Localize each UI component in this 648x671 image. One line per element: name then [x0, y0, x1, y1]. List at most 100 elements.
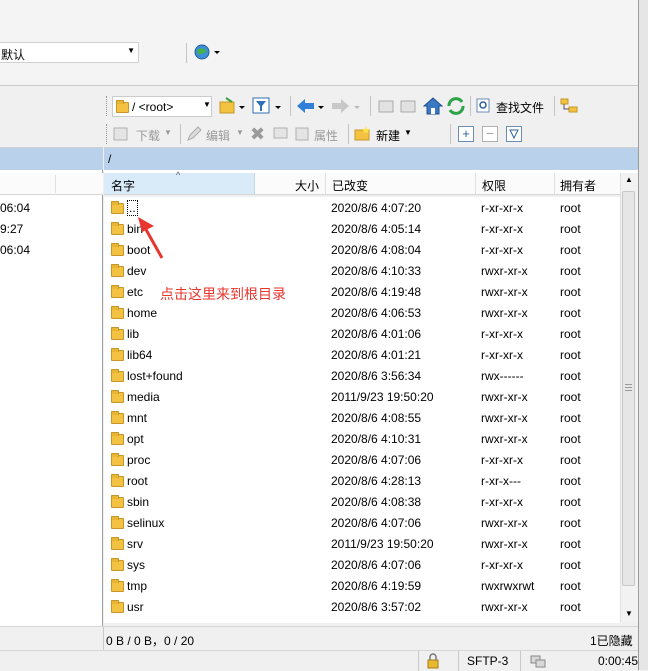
find-files-button[interactable]: 查找文件	[476, 96, 550, 116]
table-row[interactable]: boot 2020/8/6 4:08:04 r-xr-xr-x root	[104, 239, 620, 260]
folder-icon	[111, 327, 124, 340]
find-files-label: 查找文件	[496, 101, 545, 115]
file-name: proc	[127, 453, 151, 467]
status-divider	[418, 651, 419, 671]
edit-label: 编辑	[206, 129, 231, 143]
file-modified: 2020/8/6 4:07:06	[331, 453, 422, 467]
column-header-perms[interactable]: 权限	[475, 173, 554, 195]
folder-icon	[111, 516, 124, 529]
table-row[interactable]: lost+found 2020/8/6 3:56:34 rwx------ root	[104, 365, 620, 386]
table-row[interactable]: sys 2020/8/6 4:07:06 r-xr-xr-x root	[104, 554, 620, 575]
parent-folder-icon	[378, 100, 394, 113]
toolbar-divider	[450, 124, 451, 144]
table-row[interactable]: dev 2020/8/6 4:10:33 rwxr-xr-x root	[104, 260, 620, 281]
properties-button[interactable]: 属性	[294, 124, 344, 144]
open-folder-icon	[219, 97, 245, 114]
table-row[interactable]: home 2020/8/6 4:06:53 rwxr-xr-x root	[104, 302, 620, 323]
table-row[interactable]: mnt 2020/8/6 4:08:55 rwxr-xr-x root	[104, 407, 620, 428]
edit-button[interactable]: 编辑 ▼	[186, 124, 246, 144]
rename-icon	[273, 127, 288, 139]
local-row-time: 06:04	[0, 201, 31, 215]
tree-icon	[560, 98, 578, 113]
session-select[interactable]: 默认 ▼	[0, 42, 139, 63]
table-row[interactable]: lib64 2020/8/6 4:01:21 r-xr-xr-x root	[104, 344, 620, 365]
local-path-bar	[0, 148, 103, 170]
table-row[interactable]: bin 2020/8/6 4:05:14 r-xr-xr-x root	[104, 218, 620, 239]
select-all-button[interactable]	[506, 126, 522, 142]
download-button[interactable]: 下载 ▼	[112, 124, 176, 144]
remote-path-bar[interactable]: /	[104, 148, 638, 170]
file-permissions: r-xr-xr-x	[481, 327, 523, 341]
remote-file-list[interactable]: .. 2020/8/6 4:07:20 r-xr-xr-x root bin 2020/8…	[104, 197, 620, 623]
folder-icon	[111, 306, 124, 319]
tree-view-button[interactable]	[560, 96, 580, 116]
rename-button[interactable]	[272, 124, 290, 144]
connection-status-bar: SFTP-3 0:00:45	[0, 650, 640, 671]
open-directory-button[interactable]	[218, 96, 246, 116]
unselect-files-button[interactable]: −	[482, 126, 498, 142]
table-row[interactable]: sbin 2020/8/6 4:08:38 r-xr-xr-x root	[104, 491, 620, 512]
column-perms-label: 权限	[482, 179, 507, 193]
scroll-down-arrow-icon[interactable]: ▼	[625, 609, 633, 618]
table-row[interactable]: root 2020/8/6 4:28:13 r-xr-x--- root	[104, 470, 620, 491]
delete-button[interactable]: ✖	[250, 124, 266, 144]
table-row[interactable]: srv 2011/9/23 19:50:20 rwxr-xr-x root	[104, 533, 620, 554]
file-modified: 2020/8/6 4:07:20	[331, 201, 422, 215]
table-row[interactable]: media 2011/9/23 19:50:20 rwxr-xr-x root	[104, 386, 620, 407]
column-header-owner[interactable]: 拥有者	[554, 173, 620, 195]
table-row[interactable]: tmp 2020/8/6 4:19:59 rwxrwxrwt root	[104, 575, 620, 596]
file-modified: 2020/8/6 4:07:06	[331, 558, 422, 572]
table-row[interactable]: .. 2020/8/6 4:07:20 r-xr-xr-x root	[104, 197, 620, 218]
remote-path-combo[interactable]: / <root> ▼	[112, 96, 212, 117]
window-edge	[638, 0, 648, 670]
file-owner: root	[560, 432, 581, 446]
file-owner: root	[560, 369, 581, 383]
local-column-header	[0, 173, 103, 195]
file-modified: 2020/8/6 3:57:02	[331, 600, 422, 614]
local-row-time: 06:04	[0, 243, 31, 257]
hidden-count[interactable]: 1已隐藏	[590, 632, 633, 649]
toolbar-divider	[290, 96, 291, 116]
new-button[interactable]: 新建 ▼	[354, 124, 418, 144]
filter-button[interactable]	[252, 96, 282, 116]
file-permissions: r-xr-xr-x	[481, 495, 523, 509]
home-directory-button[interactable]	[422, 96, 444, 116]
select-files-button[interactable]: +	[458, 126, 474, 142]
folder-icon	[111, 495, 124, 508]
table-row[interactable]: opt 2020/8/6 4:10:31 rwxr-xr-x root	[104, 428, 620, 449]
forward-button[interactable]	[330, 96, 364, 116]
column-owner-label: 拥有者	[560, 179, 597, 193]
refresh-button[interactable]	[446, 96, 466, 116]
delete-x-icon: ✖	[250, 124, 266, 144]
table-row[interactable]: proc 2020/8/6 4:07:06 r-xr-xr-x root	[104, 449, 620, 470]
scroll-up-arrow-icon[interactable]: ▲	[625, 175, 633, 184]
file-permissions: r-xr-xr-x	[481, 201, 523, 215]
table-row[interactable]: selinux 2020/8/6 4:07:06 rwxr-xr-x root	[104, 512, 620, 533]
globe-menu-button[interactable]	[193, 43, 221, 61]
parent-directory-button[interactable]	[378, 97, 396, 115]
root-directory-button[interactable]	[400, 97, 418, 115]
local-file-panel[interactable]	[0, 170, 103, 626]
file-permissions: rwxrwxrwt	[481, 579, 535, 593]
file-name: selinux	[127, 516, 165, 530]
back-button[interactable]	[296, 96, 328, 116]
file-owner: root	[560, 495, 581, 509]
file-owner: root	[560, 264, 581, 278]
toolbar-grip	[106, 124, 108, 144]
sort-up-icon: ^	[176, 170, 181, 180]
column-header-modified[interactable]: 已改变	[325, 173, 475, 195]
column-header-name[interactable]: 名字 ^	[104, 170, 255, 195]
column-header-size[interactable]: 大小	[255, 173, 325, 195]
local-row-time: 9:27	[0, 222, 24, 236]
file-owner: root	[560, 327, 581, 341]
plus-icon: +	[462, 126, 470, 141]
file-name: media	[127, 390, 160, 404]
folder-icon	[111, 285, 124, 298]
filter-icon	[252, 97, 281, 114]
file-owner: root	[560, 243, 581, 257]
table-row[interactable]: lib 2020/8/6 4:01:06 r-xr-xr-x root	[104, 323, 620, 344]
table-row[interactable]: usr 2020/8/6 3:57:02 rwxr-xr-x root	[104, 596, 620, 617]
remote-path-combo-value: / <root>	[132, 100, 174, 114]
scrollbar-thumb[interactable]	[622, 191, 635, 586]
column-divider	[55, 175, 56, 193]
